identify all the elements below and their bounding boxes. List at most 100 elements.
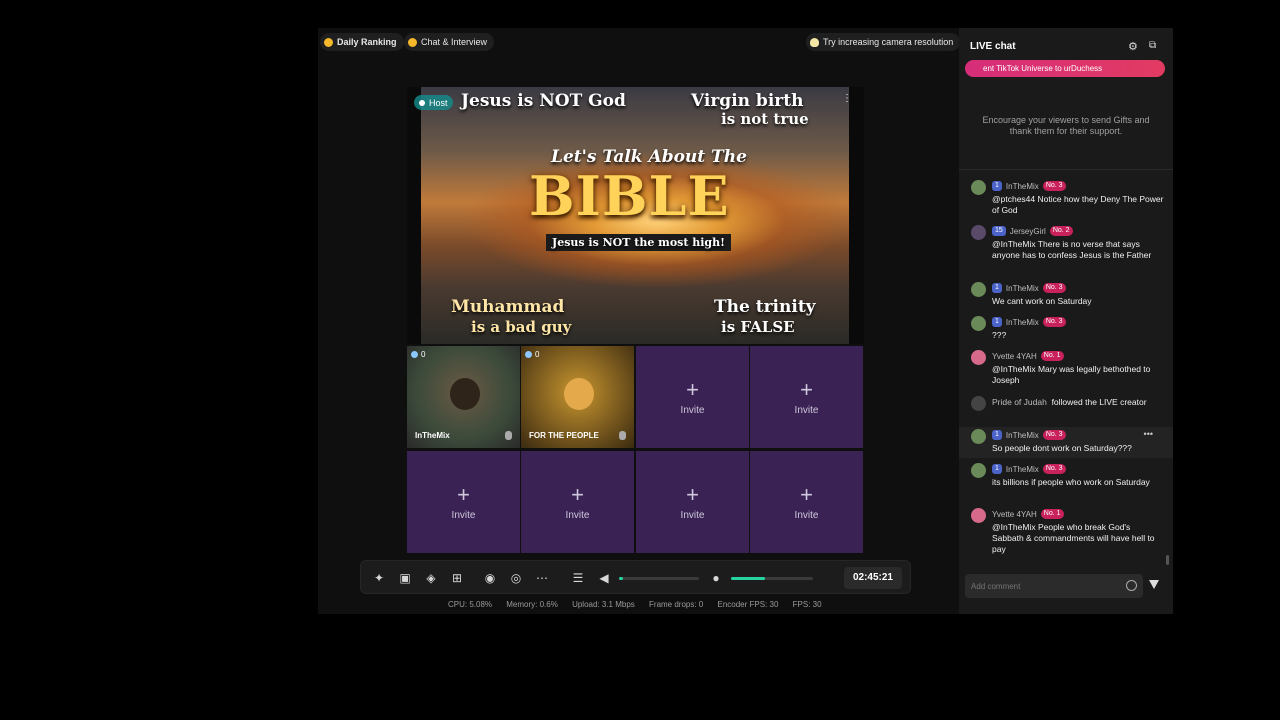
- gift-note: Encourage your viewers to send Gifts and…: [982, 115, 1150, 136]
- message-text: So people dont work on Saturday???: [992, 443, 1132, 453]
- headline-sub: Jesus is NOT the most high!: [546, 234, 731, 251]
- chat-message-header: Yvette 4YAH No. 1: [992, 509, 1064, 519]
- chat-interview-button[interactable]: Chat & Interview: [404, 33, 495, 51]
- avatar: [971, 396, 986, 411]
- host-video-feed: Jesus is NOT God Virgin birth is not tru…: [421, 87, 849, 344]
- chat-message-header: Yvette 4YAH No. 1: [992, 351, 1064, 361]
- invite-slot[interactable]: + Invite: [407, 451, 520, 553]
- layout-icon[interactable]: ▣: [398, 571, 412, 585]
- stream-stats: CPU: 5.08% Memory: 0.6% Upload: 3.1 Mbps…: [448, 600, 834, 609]
- chat-message[interactable]: 15 JerseyGirl No. 2 @InTheMix There is no …: [959, 223, 1173, 279]
- adjust-icon[interactable]: ☰: [571, 571, 585, 585]
- gear-icon[interactable]: ⚙: [1128, 40, 1138, 53]
- emoji-icon[interactable]: [1126, 580, 1137, 591]
- gift-banner[interactable]: ent TikTok Universe to urDuchess: [965, 60, 1165, 77]
- effects-icon[interactable]: ◈: [424, 571, 438, 585]
- invite-slot[interactable]: + Invite: [750, 346, 863, 448]
- message-more-icon[interactable]: •••: [1144, 429, 1153, 439]
- rank-badge: No. 3: [1042, 317, 1066, 327]
- host-video[interactable]: Jesus is NOT God Virgin birth is not tru…: [407, 87, 864, 344]
- speaker-icon[interactable]: ◀: [597, 571, 611, 585]
- chat-message-header: 1 InTheMix No. 3: [992, 464, 1066, 474]
- chat-message[interactable]: 1 InTheMix No. 3 ••• So people dont work o…: [959, 427, 1173, 458]
- person-icon: [419, 99, 425, 106]
- volume-slider-fill: [619, 577, 623, 580]
- mic-icon[interactable]: ●: [709, 571, 723, 585]
- username: Yvette 4YAH: [992, 351, 1037, 361]
- guest-avatar: [564, 378, 594, 410]
- magic-wand-icon[interactable]: ✦: [372, 571, 386, 585]
- divider: [959, 169, 1173, 170]
- username: InTheMix: [1005, 317, 1039, 327]
- popout-icon[interactable]: ⧉: [1149, 40, 1156, 51]
- daily-ranking-label: Daily Ranking: [337, 37, 397, 47]
- ranking-icon: [324, 37, 333, 47]
- viewer-count: 0: [411, 350, 425, 359]
- headline-top-right-2: is not true: [721, 110, 809, 128]
- mic-icon[interactable]: [505, 431, 512, 440]
- chat-message[interactable]: 1 InTheMix No. 3 @ptches44 Notice how they…: [959, 178, 1173, 222]
- chat-message[interactable]: 1 InTheMix No. 3 We cant work on Saturday: [959, 280, 1173, 313]
- record-icon[interactable]: ◉: [483, 571, 497, 585]
- guest-name: InTheMix: [415, 431, 450, 440]
- rank-badge: No. 3: [1042, 464, 1066, 474]
- chat-message[interactable]: 1 InTheMix No. 3 ???: [959, 314, 1173, 347]
- invite-label: Invite: [680, 509, 705, 521]
- message-text: @InTheMix There is no verse that says an…: [992, 239, 1152, 260]
- invite-slot[interactable]: + Invite: [636, 346, 749, 448]
- volume-slider[interactable]: [619, 577, 699, 580]
- username: InTheMix: [1005, 464, 1039, 474]
- username: Yvette 4YAH: [992, 509, 1037, 519]
- plus-icon: +: [686, 376, 699, 402]
- host-badge-label: Host: [429, 97, 448, 108]
- chat-follow-event[interactable]: Pride of Judah followed the LIVE creator: [959, 394, 1173, 425]
- headline-bottom-right-2: is FALSE: [721, 318, 795, 336]
- message-text: We cant work on Saturday: [992, 296, 1092, 306]
- invite-slot[interactable]: + Invite: [636, 451, 749, 553]
- message-text: its billions if people who work on Satur…: [992, 477, 1150, 487]
- send-icon[interactable]: [1149, 580, 1159, 589]
- guest-slot-1[interactable]: 0 InTheMix: [407, 346, 520, 448]
- live-chat-panel: LIVE chat ⚙ ⧉ ent TikTok Universe to urD…: [959, 28, 1173, 614]
- chat-message-header: 1 InTheMix No. 3: [992, 430, 1066, 440]
- invite-label: Invite: [794, 509, 819, 521]
- more-icon[interactable]: ⋯: [535, 571, 549, 585]
- camera-switch-icon[interactable]: ◎: [509, 571, 523, 585]
- avatar: [971, 225, 986, 240]
- headline-top-right-1: Virgin birth: [691, 91, 804, 111]
- chat-scrollbar[interactable]: [1166, 555, 1169, 565]
- plus-icon: +: [571, 481, 584, 507]
- chat-interview-icon: [408, 37, 417, 47]
- level-badge: 1: [992, 283, 1002, 293]
- invite-label: Invite: [680, 404, 705, 416]
- rank-badge: No. 3: [1042, 181, 1066, 191]
- headline-top-left: Jesus is NOT God: [461, 91, 626, 111]
- chat-message[interactable]: Yvette 4YAH No. 1 @InTheMix People who br…: [959, 506, 1173, 562]
- lightbulb-icon: [810, 37, 819, 47]
- plus-icon: +: [686, 481, 699, 507]
- avatar: [971, 180, 986, 195]
- chat-message[interactable]: Yvette 4YAH No. 1 @InTheMix Mary was lega…: [959, 348, 1173, 392]
- comment-input[interactable]: [971, 580, 1111, 592]
- upload-stat: Upload: 3.1 Mbps: [572, 600, 635, 609]
- daily-ranking-button[interactable]: Daily Ranking: [320, 33, 404, 51]
- username: JerseyGirl: [1009, 226, 1046, 236]
- guest-slot-2[interactable]: 0 FOR THE PEOPLE: [521, 346, 634, 448]
- add-source-icon[interactable]: ⊞: [450, 571, 464, 585]
- username: InTheMix: [1005, 283, 1039, 293]
- message-text: @InTheMix Mary was legally bethothed to …: [992, 364, 1151, 385]
- rank-badge: No. 1: [1040, 509, 1064, 519]
- camera-tip[interactable]: Try increasing camera resolution: [806, 33, 961, 51]
- chat-message[interactable]: 1 InTheMix No. 3 its billions if people wh…: [959, 461, 1173, 505]
- avatar: [971, 316, 986, 331]
- mic-icon[interactable]: [619, 431, 626, 440]
- chat-message-list[interactable]: 1 InTheMix No. 3 @ptches44 Notice how they…: [959, 178, 1173, 563]
- guest-avatar: [450, 378, 480, 410]
- host-more-icon[interactable]: ⋮: [842, 93, 852, 104]
- viewer-icon: [525, 351, 532, 358]
- invite-slot[interactable]: + Invite: [521, 451, 634, 553]
- chat-message-header: 1 InTheMix No. 3: [992, 317, 1066, 327]
- mic-level-slider[interactable]: [731, 577, 813, 580]
- comment-box: [965, 574, 1143, 598]
- invite-slot[interactable]: + Invite: [750, 451, 863, 553]
